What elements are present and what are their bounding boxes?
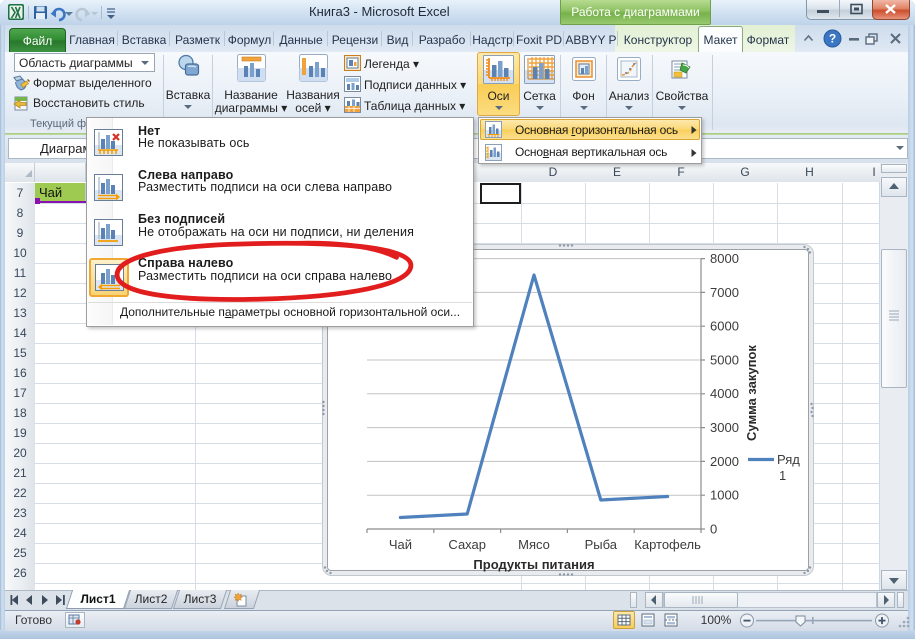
svg-text:1: 1	[779, 468, 786, 483]
svg-text:?: ?	[829, 32, 836, 46]
svg-text:2000: 2000	[710, 454, 739, 469]
svg-text:6000: 6000	[710, 319, 739, 334]
svg-text:Ряд: Ряд	[777, 452, 800, 467]
svg-text:Картофель: Картофель	[634, 537, 701, 552]
svg-text:Сахар: Сахар	[448, 537, 486, 552]
svg-text:Чай: Чай	[389, 537, 412, 552]
svg-text:3000: 3000	[710, 420, 739, 435]
svg-text:7000: 7000	[710, 285, 739, 300]
svg-text:8000: 8000	[710, 251, 739, 266]
svg-text:1000: 1000	[710, 488, 739, 503]
svg-text:4000: 4000	[710, 386, 739, 401]
svg-text:0: 0	[710, 521, 717, 536]
svg-text:Сумма закупок: Сумма закупок	[744, 345, 759, 441]
svg-text:Мясо: Мясо	[518, 537, 550, 552]
svg-text:Продукты питания: Продукты питания	[473, 557, 594, 572]
svg-text:5000: 5000	[710, 352, 739, 367]
svg-text:Рыба: Рыба	[585, 537, 618, 552]
